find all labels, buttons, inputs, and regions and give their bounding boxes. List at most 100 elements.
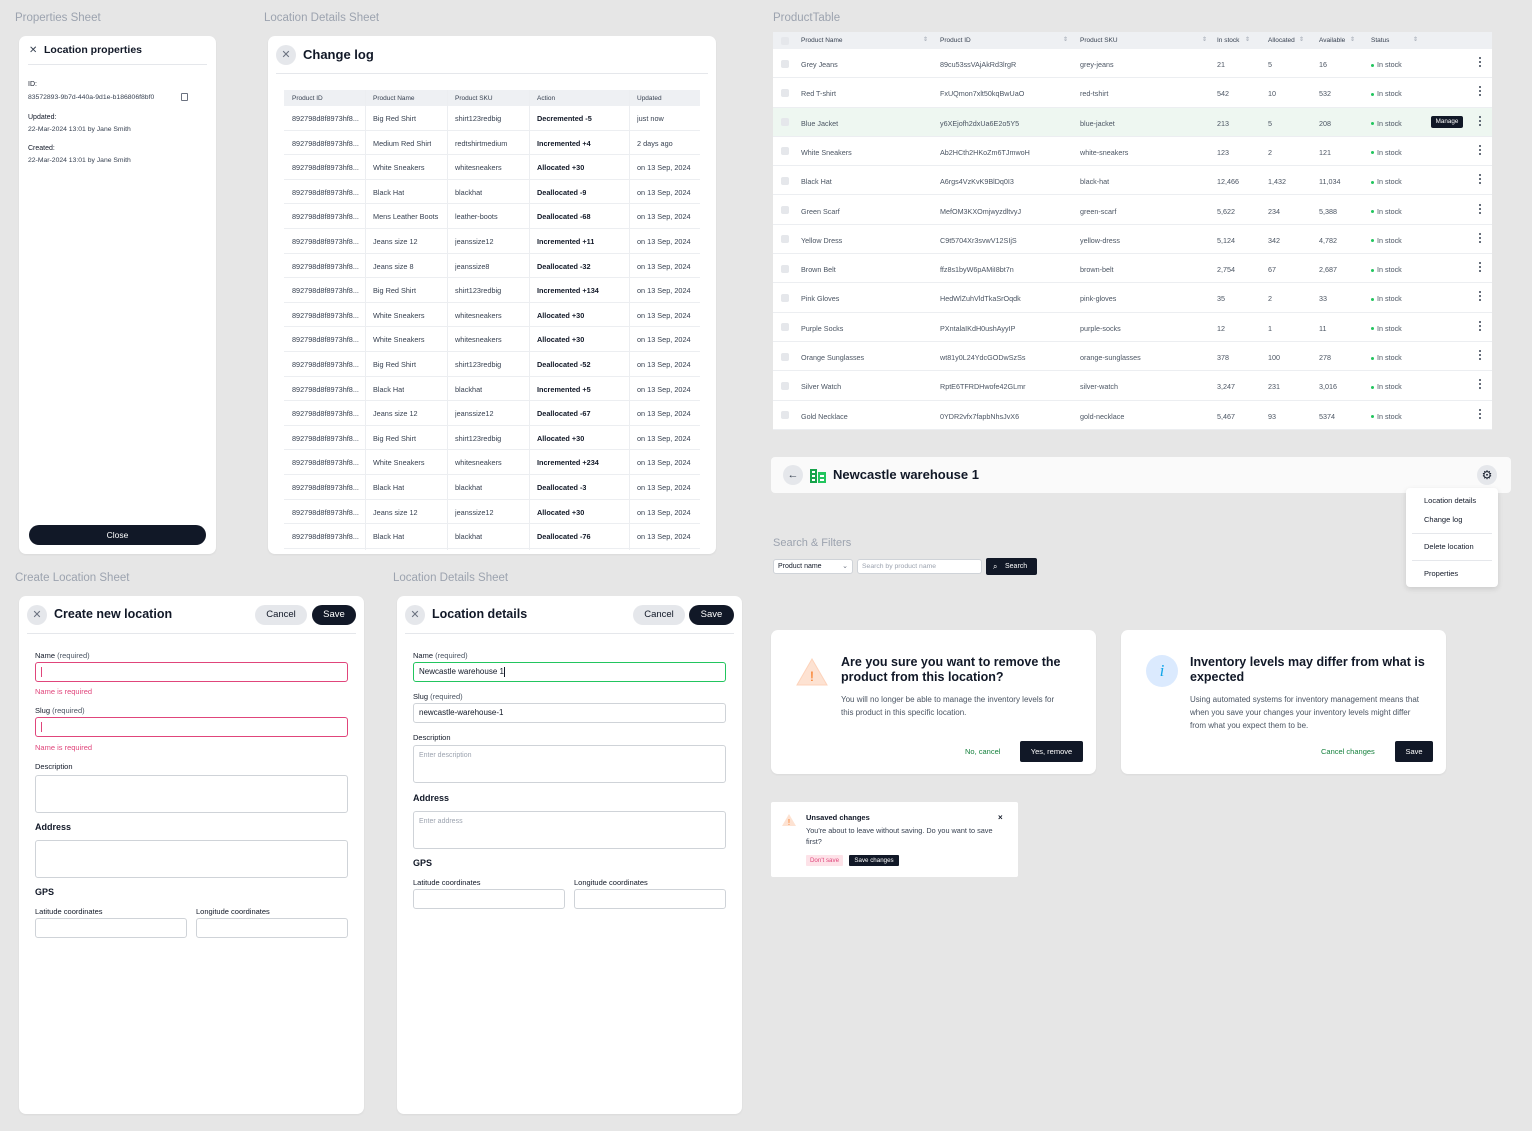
- col-header-status[interactable]: Status: [1371, 37, 1389, 44]
- close-icon[interactable]: ×: [998, 813, 1003, 822]
- name-field[interactable]: Newcastle warehouse 1: [413, 662, 726, 682]
- gear-icon[interactable]: ⚙: [1477, 465, 1497, 485]
- row-checkbox[interactable]: [781, 293, 789, 302]
- kebab-icon[interactable]: [1479, 350, 1482, 362]
- cancel-changes-button[interactable]: Cancel changes: [1321, 747, 1375, 756]
- kebab-icon[interactable]: [1479, 115, 1482, 128]
- table-row[interactable]: Green Scarf MefOM3KXOmjwyzdltvyJ green-sca…: [773, 195, 1492, 225]
- table-row[interactable]: Grey Jeans 89cu53ssVAjAkRd3lrgR grey-jeans…: [773, 49, 1492, 79]
- row-checkbox[interactable]: [781, 411, 789, 420]
- slug-field[interactable]: newcastle-warehouse-1: [413, 703, 726, 723]
- table-row[interactable]: Yellow Dress C9t5704Xr3svwV12SIjS yellow-d…: [773, 224, 1492, 255]
- sort-icon[interactable]: ⇕: [1413, 36, 1418, 43]
- kebab-icon[interactable]: [1479, 144, 1482, 157]
- row-checkbox[interactable]: [781, 118, 789, 127]
- table-row[interactable]: Black Hat A6rgs4VzKvK9BlDq0I3 black-hat 12,…: [773, 166, 1492, 196]
- kebab-icon[interactable]: [1479, 379, 1482, 391]
- no-cancel-button[interactable]: No, cancel: [965, 747, 1000, 756]
- search-input[interactable]: Search by product name: [857, 559, 982, 574]
- cell-updated: 2 days ago: [637, 138, 673, 148]
- sort-icon[interactable]: ⇕: [1063, 36, 1068, 43]
- cancel-button[interactable]: Cancel: [255, 605, 307, 625]
- table-row[interactable]: Purple Socks PXntalaIKdH0ushAyyIP purple-s…: [773, 312, 1492, 342]
- status-dot-icon: [1371, 327, 1374, 331]
- kebab-icon[interactable]: [1479, 291, 1482, 303]
- row-checkbox[interactable]: [781, 206, 789, 214]
- kebab-icon[interactable]: [1479, 262, 1482, 274]
- address-field[interactable]: [35, 840, 348, 878]
- table-row[interactable]: Pink Gloves HedWlZuhVldTkaSrOqdk pink-glov…: [773, 283, 1492, 313]
- cancel-button[interactable]: Cancel: [633, 605, 685, 625]
- row-checkbox[interactable]: [781, 381, 789, 390]
- cell-product-sku: blue-jacket: [1080, 118, 1115, 128]
- description-label: Description: [413, 733, 451, 742]
- menu-item-delete-location[interactable]: Delete location: [1424, 542, 1474, 551]
- row-checkbox[interactable]: [781, 88, 789, 97]
- close-icon[interactable]: ✕: [27, 605, 47, 625]
- sort-icon[interactable]: ⇕: [1299, 36, 1304, 43]
- save-button[interactable]: Save: [312, 605, 356, 625]
- latitude-field[interactable]: [35, 918, 187, 938]
- kebab-icon[interactable]: [1479, 86, 1482, 98]
- row-checkbox[interactable]: [781, 59, 789, 68]
- col-header-in-stock[interactable]: In stock: [1217, 37, 1239, 44]
- save-button[interactable]: Save: [689, 605, 734, 625]
- address-field[interactable]: Enter address: [413, 811, 726, 849]
- kebab-icon[interactable]: [1479, 408, 1482, 421]
- table-row[interactable]: Blue Jacket y6XEjofh2dxUa6E2o5Y5 blue-jack…: [773, 107, 1492, 137]
- col-header-updated: Updated: [637, 95, 662, 102]
- col-header-product-name[interactable]: Product Name: [801, 37, 843, 44]
- save-changes-button[interactable]: Save changes: [849, 855, 899, 866]
- back-arrow-icon[interactable]: ←: [783, 465, 803, 485]
- kebab-icon[interactable]: [1479, 203, 1482, 216]
- row-checkbox[interactable]: [781, 323, 789, 332]
- table-row[interactable]: Silver Watch RptE6TFRDHwofe42GLmr silver-w…: [773, 371, 1492, 401]
- col-header-product-id[interactable]: Product ID: [940, 37, 971, 44]
- description-field[interactable]: Enter description: [413, 745, 726, 783]
- kebab-icon[interactable]: [1479, 174, 1482, 186]
- menu-item-properties[interactable]: Properties: [1424, 569, 1458, 578]
- filter-select[interactable]: Product name ⌄: [773, 559, 853, 574]
- description-field[interactable]: [35, 775, 348, 813]
- col-header-available[interactable]: Available: [1319, 37, 1345, 44]
- row-checkbox[interactable]: [781, 235, 789, 244]
- kebab-icon[interactable]: [1479, 320, 1482, 333]
- name-field[interactable]: [35, 662, 348, 682]
- table-row[interactable]: Brown Belt ffz8s1byW6pAMiI8bt7n brown-belt…: [773, 254, 1492, 284]
- search-button[interactable]: ⌕ Search: [986, 558, 1037, 575]
- dialog-title: Are you sure you want to remove the prod…: [841, 655, 1061, 684]
- cell-product-name: Medium Red Shirt: [373, 138, 432, 148]
- kebab-icon[interactable]: [1479, 57, 1482, 69]
- table-row[interactable]: Gold Necklace 0YDR2vfx7fapbNhsJvX6 gold-ne…: [773, 400, 1492, 430]
- copy-icon[interactable]: [181, 93, 188, 101]
- col-header-allocated[interactable]: Allocated: [1268, 37, 1295, 44]
- table-row[interactable]: Red T-shirt FxUQmon7xlt50kqBwUaO red-tshir…: [773, 78, 1492, 108]
- dont-save-button[interactable]: Don't save: [806, 855, 843, 866]
- longitude-field[interactable]: [196, 918, 348, 938]
- table-row[interactable]: Orange Sunglasses wt81y0L24YdcGODwSzSs ora…: [773, 342, 1492, 372]
- close-button[interactable]: Close: [29, 525, 206, 545]
- row-checkbox[interactable]: [781, 352, 789, 361]
- longitude-field[interactable]: [574, 889, 726, 909]
- sort-icon[interactable]: ⇕: [923, 36, 928, 43]
- kebab-icon[interactable]: [1479, 232, 1482, 245]
- manage-button[interactable]: Manage: [1431, 115, 1463, 128]
- close-icon[interactable]: ✕: [276, 45, 296, 65]
- row-checkbox[interactable]: [781, 176, 789, 185]
- latitude-field[interactable]: [413, 889, 565, 909]
- menu-item-location-details[interactable]: Location details: [1424, 496, 1476, 505]
- sort-icon[interactable]: ⇕: [1245, 36, 1250, 43]
- close-icon[interactable]: ✕: [29, 45, 37, 56]
- col-header-product-sku[interactable]: Product SKU: [1080, 37, 1118, 44]
- row-checkbox[interactable]: [781, 147, 789, 156]
- save-button[interactable]: Save: [1395, 741, 1433, 762]
- row-checkbox[interactable]: [781, 264, 789, 273]
- table-row[interactable]: White Sneakers Ab2HCth2HKoZm6TJmwoH white-…: [773, 136, 1492, 167]
- sort-icon[interactable]: ⇕: [1350, 36, 1355, 43]
- yes-remove-button[interactable]: Yes, remove: [1020, 741, 1083, 762]
- sort-icon[interactable]: ⇕: [1202, 36, 1207, 43]
- select-all-checkbox[interactable]: [781, 36, 789, 45]
- close-icon[interactable]: ✕: [405, 605, 425, 625]
- slug-field[interactable]: [35, 717, 348, 737]
- menu-item-change-log[interactable]: Change log: [1424, 515, 1462, 524]
